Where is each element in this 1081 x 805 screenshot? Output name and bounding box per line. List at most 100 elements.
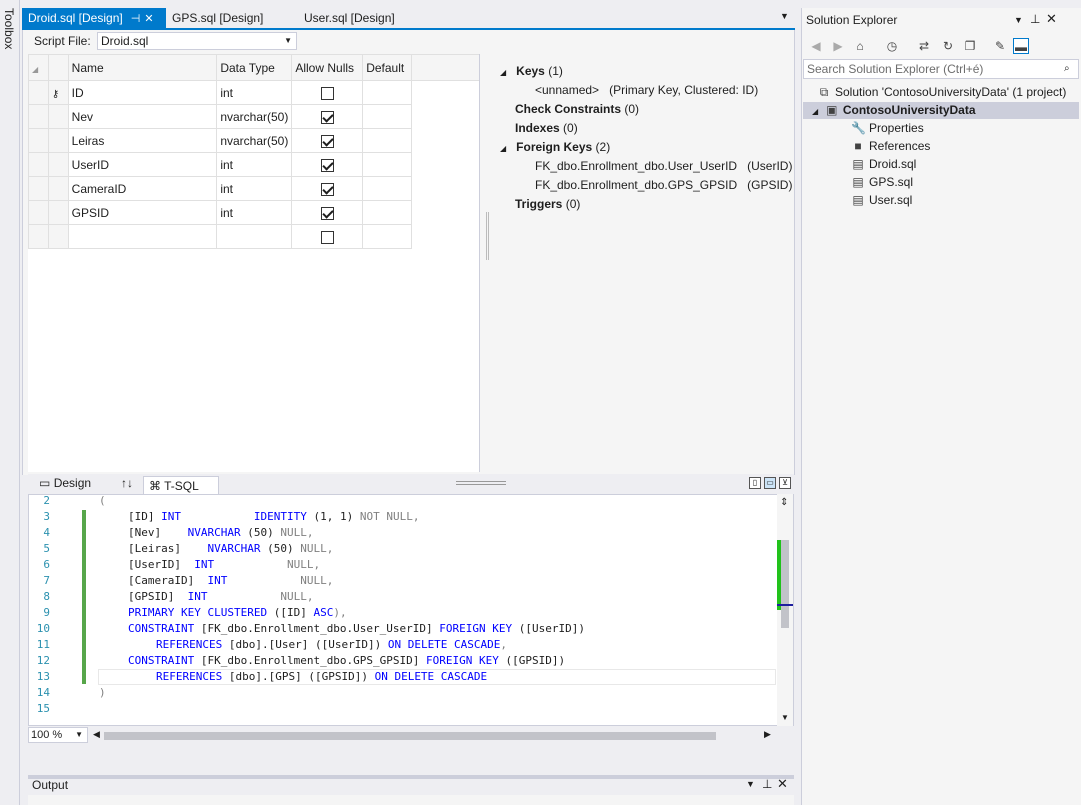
- table-row[interactable]: ⚷ ID int: [28, 80, 479, 105]
- solution-node[interactable]: ⧉ Solution 'ContosoUniversityData' (1 pro…: [817, 85, 1067, 100]
- code-line-14[interactable]: ): [99, 686, 106, 699]
- file-droid-sql[interactable]: ▤ Droid.sql: [851, 157, 916, 171]
- row-selector[interactable]: [28, 200, 49, 225]
- data-type-cell[interactable]: int: [216, 80, 293, 105]
- primary-key-item[interactable]: <unnamed> (Primary Key, Clustered: ID): [535, 83, 758, 97]
- allow-nulls-checkbox[interactable]: [320, 110, 334, 124]
- keys-node[interactable]: ◢ Keys (1): [500, 64, 563, 78]
- code-line-5[interactable]: [Leiras] NVARCHAR (50) NULL,: [128, 542, 333, 555]
- code-line-4[interactable]: [Nev] NVARCHAR (50) NULL,: [128, 526, 313, 539]
- column-header-allow-nulls[interactable]: Allow Nulls: [291, 54, 364, 81]
- close-icon[interactable]: ✕: [777, 776, 788, 792]
- code-line-6[interactable]: [UserID] INT NULL,: [128, 558, 320, 571]
- allow-nulls-cell[interactable]: [291, 224, 364, 249]
- allow-nulls-cell[interactable]: [291, 80, 364, 105]
- default-cell[interactable]: [362, 128, 413, 153]
- row-selector[interactable]: [28, 152, 49, 177]
- allow-nulls-checkbox[interactable]: [320, 182, 334, 196]
- panel-dropdown-icon[interactable]: ▼: [1014, 15, 1023, 25]
- code-line-13[interactable]: REFERENCES [dbo].[GPS] ([GPSID]) ON DELE…: [156, 670, 487, 683]
- expand-triangle-icon[interactable]: ◢: [500, 68, 506, 77]
- code-line-2[interactable]: (: [99, 494, 106, 507]
- data-type-cell[interactable]: int: [216, 176, 293, 201]
- properties-icon[interactable]: ✎: [992, 38, 1008, 54]
- column-name-cell[interactable]: ID: [67, 80, 218, 105]
- expand-triangle-icon[interactable]: ◢: [500, 144, 506, 153]
- allow-nulls-checkbox[interactable]: [320, 206, 334, 220]
- default-cell[interactable]: [362, 80, 413, 105]
- column-name-cell[interactable]: CameraID: [67, 176, 218, 201]
- data-type-cell[interactable]: int: [216, 152, 293, 177]
- data-type-cell[interactable]: nvarchar(50): [216, 104, 293, 129]
- code-line-10[interactable]: CONSTRAINT [FK_dbo.Enrollment_dbo.User_U…: [128, 622, 585, 635]
- collapse-all-icon[interactable]: ❐: [962, 38, 978, 54]
- vertical-scroll-thumb[interactable]: [781, 540, 789, 628]
- column-name-cell[interactable]: GPSID: [67, 200, 218, 225]
- close-icon[interactable]: ✕: [1046, 11, 1057, 27]
- tab-design-pane[interactable]: ▭ Design: [34, 474, 96, 494]
- search-icon[interactable]: ⌕: [1064, 63, 1070, 74]
- allow-nulls-cell[interactable]: [291, 104, 364, 129]
- script-file-select[interactable]: Droid.sql ▼: [97, 32, 297, 50]
- allow-nulls-checkbox[interactable]: [320, 230, 334, 244]
- code-line-12[interactable]: CONSTRAINT [FK_dbo.Enrollment_dbo.GPS_GP…: [128, 654, 565, 667]
- tab-droid-design[interactable]: Droid.sql [Design] ⊣ ✕: [22, 8, 166, 29]
- file-gps-sql[interactable]: ▤ GPS.sql: [851, 175, 913, 189]
- pin-icon[interactable]: ⊥: [1030, 12, 1040, 26]
- sync-icon[interactable]: ⇄: [916, 38, 932, 54]
- references-node[interactable]: ■ References: [851, 139, 930, 153]
- scroll-down-icon[interactable]: ▼: [781, 713, 789, 722]
- default-cell[interactable]: [362, 224, 413, 249]
- code-line-3[interactable]: [ID] INT IDENTITY (1, 1) NOT NULL,: [128, 510, 419, 523]
- pending-changes-icon[interactable]: ◷: [884, 38, 900, 54]
- tab-gps-design[interactable]: GPS.sql [Design]: [166, 8, 269, 29]
- table-row[interactable]: [28, 224, 479, 249]
- pane-splitter-grip[interactable]: [456, 481, 506, 485]
- home-icon[interactable]: ⌂: [852, 38, 868, 54]
- split-editor-icon[interactable]: ⇕: [780, 497, 788, 508]
- default-cell[interactable]: [362, 152, 413, 177]
- close-icon[interactable]: ✕: [144, 13, 153, 25]
- triggers-node[interactable]: Triggers (0): [515, 197, 580, 211]
- code-line-8[interactable]: [GPSID] INT NULL,: [128, 590, 313, 603]
- expand-triangle-icon[interactable]: ◢: [812, 107, 818, 116]
- table-row[interactable]: GPSID int: [28, 200, 479, 225]
- pin-icon[interactable]: ⊣: [131, 13, 141, 25]
- properties-node[interactable]: 🔧 Properties: [851, 121, 924, 135]
- scroll-right-icon[interactable]: ▶: [764, 729, 771, 740]
- output-dropdown-icon[interactable]: ▼: [746, 779, 755, 789]
- foreign-keys-node[interactable]: ◢ Foreign Keys (2): [500, 140, 610, 154]
- select-all-corner[interactable]: ◢: [28, 54, 49, 81]
- column-name-cell[interactable]: UserID: [67, 152, 218, 177]
- column-header-default[interactable]: Default: [362, 54, 413, 81]
- check-constraints-node[interactable]: Check Constraints (0): [515, 102, 639, 116]
- tab-user-design[interactable]: User.sql [Design]: [298, 8, 401, 29]
- column-name-cell[interactable]: Leiras: [67, 128, 218, 153]
- allow-nulls-cell[interactable]: [291, 128, 364, 153]
- file-user-sql[interactable]: ▤ User.sql: [851, 193, 912, 207]
- toolbox-strip[interactable]: [0, 0, 20, 805]
- indexes-node[interactable]: Indexes (0): [515, 121, 578, 135]
- forward-icon[interactable]: ▶: [830, 38, 846, 54]
- allow-nulls-checkbox[interactable]: [320, 158, 334, 172]
- preview-icon[interactable]: ▬: [1013, 38, 1029, 54]
- tab-dropdown-icon[interactable]: ▼: [780, 11, 789, 21]
- row-selector[interactable]: [28, 128, 49, 153]
- solution-search-input[interactable]: Search Solution Explorer (Ctrl+é): [803, 59, 1079, 79]
- row-selector[interactable]: [28, 104, 49, 129]
- scroll-left-icon[interactable]: ◀: [93, 729, 100, 740]
- collapse-pane-icon[interactable]: ⊻: [779, 477, 791, 489]
- keys-resize-grip[interactable]: [486, 212, 489, 260]
- row-selector[interactable]: [28, 176, 49, 201]
- horizontal-split-icon[interactable]: ▭: [764, 477, 776, 489]
- swap-panes-button[interactable]: ↑↓: [116, 474, 138, 494]
- column-header-data-type[interactable]: Data Type: [216, 54, 293, 81]
- refresh-icon[interactable]: ↻: [940, 38, 956, 54]
- pin-icon[interactable]: ⊥: [762, 777, 772, 791]
- toolbox-label[interactable]: Toolbox: [2, 8, 16, 49]
- code-line-11[interactable]: REFERENCES [dbo].[User] ([UserID]) ON DE…: [156, 638, 507, 651]
- output-title[interactable]: Output: [32, 778, 68, 792]
- allow-nulls-cell[interactable]: [291, 176, 364, 201]
- allow-nulls-cell[interactable]: [291, 152, 364, 177]
- tab-tsql-pane[interactable]: ⌘ T-SQL: [143, 476, 219, 496]
